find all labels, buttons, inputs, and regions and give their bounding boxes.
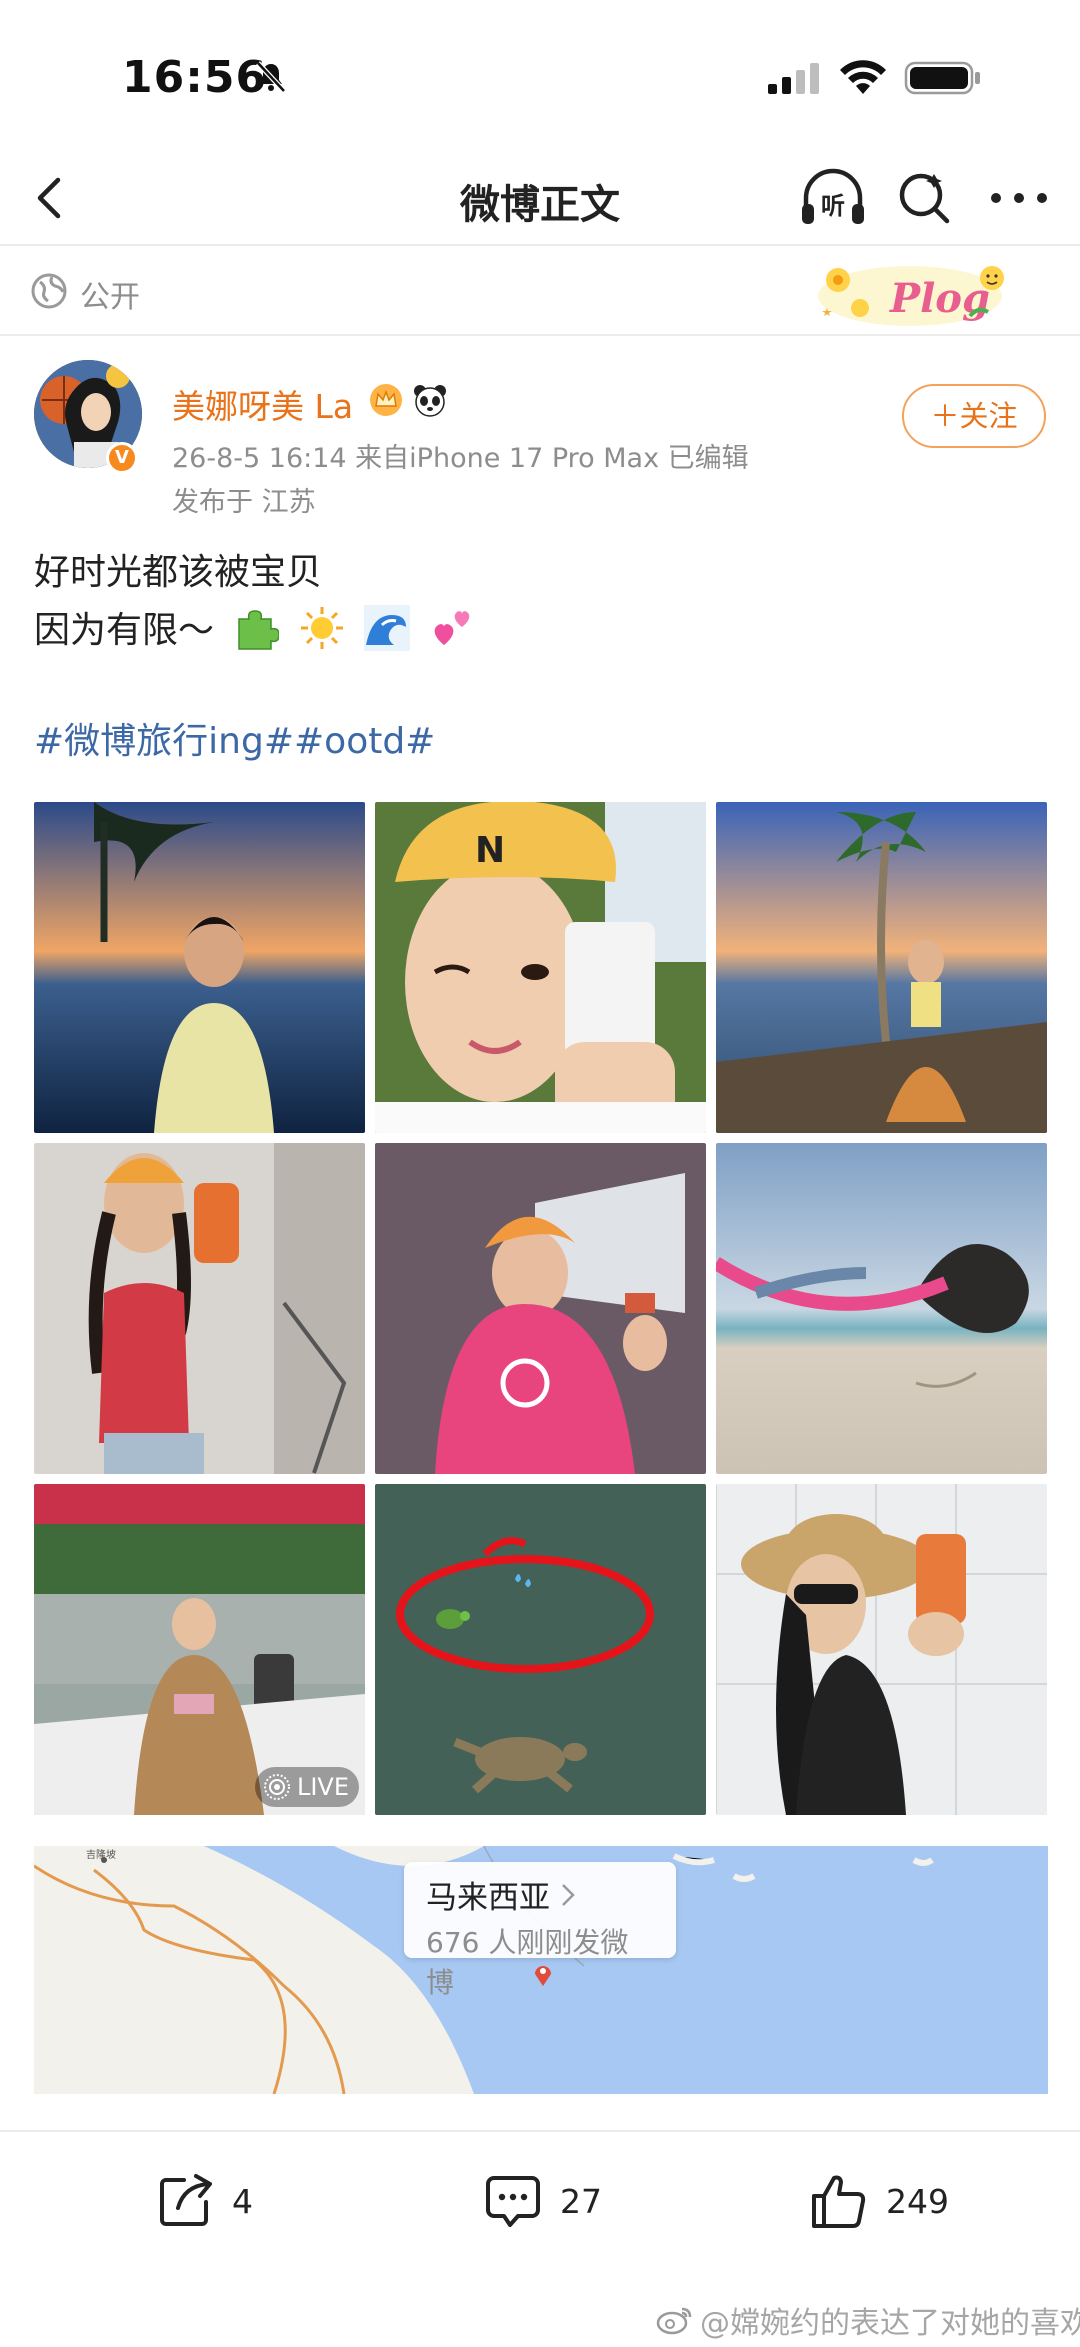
status-time: 16:56 xyxy=(122,52,268,103)
cap-letter: N xyxy=(475,830,505,871)
wifi-icon xyxy=(840,60,886,94)
author-name[interactable]: 美娜呀美 La xyxy=(172,380,353,428)
comment-button[interactable]: 27 xyxy=(482,2168,602,2234)
photo-grid: N LIVE xyxy=(34,802,1048,1816)
plog-sticker-icon: Plog xyxy=(818,266,1004,326)
like-button[interactable]: 249 xyxy=(808,2168,949,2234)
photo-sea-turtle[interactable] xyxy=(375,1484,706,1815)
post-location: 发布于 江苏 xyxy=(172,487,316,518)
post-text-line-2-text: 因为有限～ xyxy=(34,610,215,651)
globe-icon xyxy=(31,273,67,309)
repost-button[interactable]: 4 xyxy=(154,2168,253,2234)
like-count: 249 xyxy=(886,2181,949,2221)
sun-icon xyxy=(300,607,343,649)
nav-bar: 微博正文 听 xyxy=(0,150,1080,246)
photo-hammock-beach[interactable] xyxy=(716,1143,1047,1474)
thumbs-up-icon xyxy=(812,2175,866,2228)
photo-pink-lifejacket[interactable] xyxy=(375,1143,706,1474)
emoji-row xyxy=(225,603,475,661)
chevron-right-icon xyxy=(562,1883,575,1906)
post-text: 好时光都该被宝贝 因为有限～ xyxy=(34,544,476,661)
visibility-bar: 公开 Plog xyxy=(0,248,1080,336)
bell-muted-icon xyxy=(256,61,286,93)
photo-sunset-palm-girl[interactable] xyxy=(34,802,365,1133)
photo-red-swimsuit-mirror[interactable] xyxy=(34,1143,365,1474)
cellular-signal-icon xyxy=(768,63,819,94)
puzzle-icon xyxy=(238,610,281,650)
map-place-row: 马来西亚 xyxy=(426,1872,654,1917)
visibility-label: 公开 xyxy=(80,280,140,315)
map-place-name: 马来西亚 xyxy=(426,1880,550,1916)
panda-icon xyxy=(414,385,446,417)
more-options-icon[interactable] xyxy=(984,170,1054,226)
map-pin-icon xyxy=(535,1966,551,1986)
repost-count: 4 xyxy=(232,2181,253,2221)
location-map[interactable]: 吉隆坡 马来西亚 676 人刚刚发微博 xyxy=(34,1846,1048,2094)
listen-headphones-icon[interactable]: 听 xyxy=(798,164,868,232)
svg-text:Plog: Plog xyxy=(889,275,990,322)
photo-pier-palm-skirt[interactable] xyxy=(716,802,1047,1133)
live-photo-badge: LIVE xyxy=(254,1767,359,1807)
photo-straw-hat-mirror[interactable] xyxy=(716,1484,1047,1815)
post-text-line-1: 好时光都该被宝贝 xyxy=(34,552,323,593)
post-meta: 26-8-5 16:14 来自iPhone 17 Pro Max 已编辑 xyxy=(172,443,749,474)
battery-icon xyxy=(904,61,980,95)
photo-boat-ride[interactable]: LIVE xyxy=(34,1484,365,1815)
repost-icon xyxy=(160,2174,212,2226)
follow-button[interactable]: ＋关注 xyxy=(902,384,1046,448)
comment-icon xyxy=(486,2176,540,2227)
crown-badge-icon xyxy=(370,384,402,416)
post-text-line-2: 因为有限～ xyxy=(34,602,476,661)
verified-badge: V xyxy=(106,442,138,474)
hearts-icon xyxy=(434,611,470,645)
map-post-count: 676 人刚刚发微博 xyxy=(426,1926,629,1999)
svg-text:听: 听 xyxy=(821,192,845,220)
search-icon[interactable] xyxy=(894,168,954,228)
map-city-label: 吉隆坡 xyxy=(86,1848,116,1861)
map-location-callout[interactable]: 马来西亚 676 人刚刚发微博 xyxy=(404,1862,676,1999)
comment-count: 27 xyxy=(560,2181,602,2221)
live-photo-label: LIVE xyxy=(296,1773,349,1801)
status-bar: 16:56 xyxy=(0,0,1080,150)
weibo-logo-icon xyxy=(656,2307,692,2335)
action-bar: 4 27 249 xyxy=(0,2130,1080,2268)
wave-icon xyxy=(364,605,411,651)
live-photo-icon xyxy=(263,1774,290,1800)
hashtag-links[interactable]: #微博旅行ing##ootd# xyxy=(34,712,435,764)
watermark-text: @嫦婉约的表达了对她的喜欢 xyxy=(700,2306,1080,2341)
watermark: @嫦婉约的表达了对她的喜欢 xyxy=(656,2298,1080,2342)
photo-selfie-yellow-cap[interactable]: N xyxy=(375,802,706,1133)
